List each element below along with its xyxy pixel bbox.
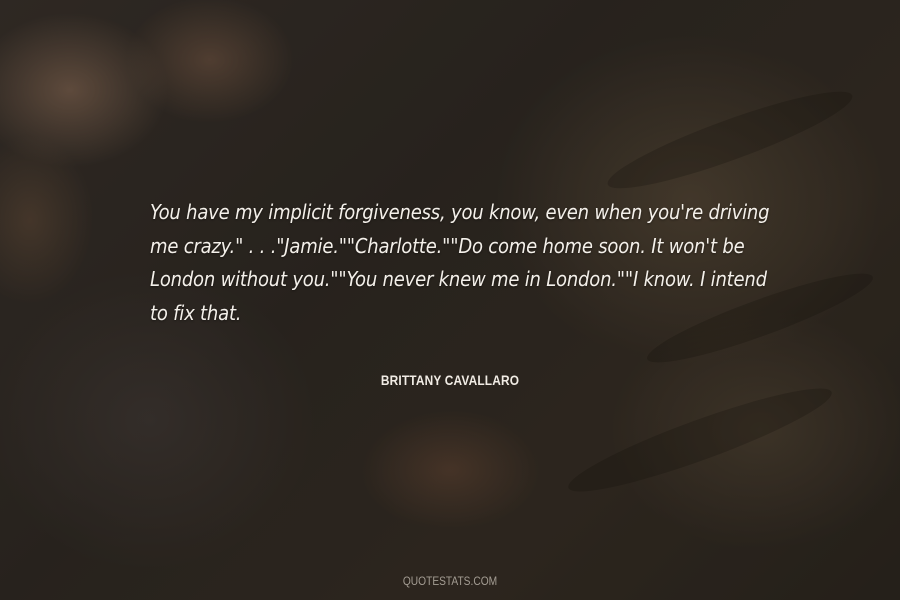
quote-card: You have my implicit forgiveness, you kn…: [0, 0, 900, 600]
quote-text: You have my implicit forgiveness, you kn…: [150, 200, 770, 325]
quote-author: BRITTANY CAVALLARO: [380, 372, 520, 388]
site-watermark: QUOTESTATS.COM: [402, 574, 498, 588]
